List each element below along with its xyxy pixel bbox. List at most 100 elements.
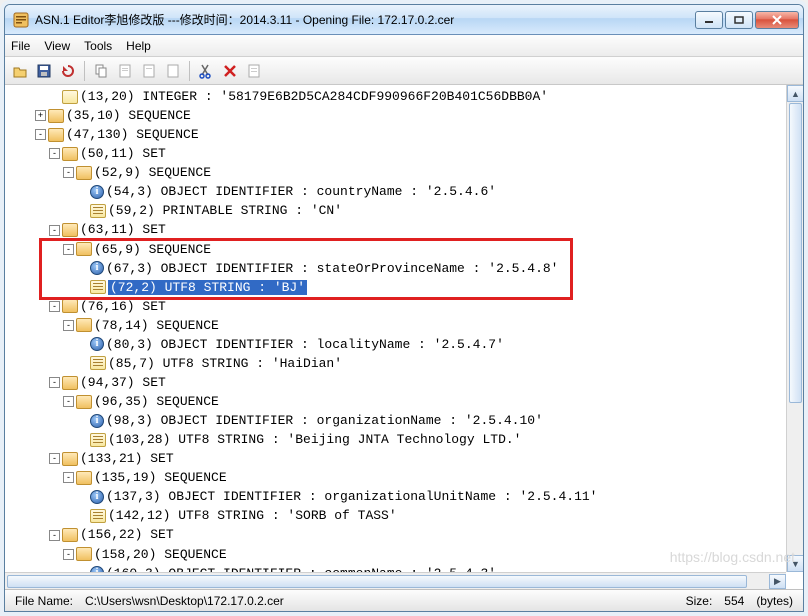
collapse-icon[interactable]: - — [63, 549, 74, 560]
node-label[interactable]: (54,3) OBJECT IDENTIFIER : countryName :… — [106, 184, 496, 199]
tree-node[interactable]: + (35,10) SEQUENCE — [5, 106, 803, 125]
node-label[interactable]: (103,28) UTF8 STRING : 'Beijing JNTA Tec… — [108, 432, 521, 447]
copy-button[interactable] — [90, 60, 112, 82]
filename-label: File Name: — [11, 594, 77, 608]
tree-node[interactable]: (98,3) OBJECT IDENTIFIER : organizationN… — [5, 411, 803, 430]
doc1-button[interactable] — [114, 60, 136, 82]
node-label[interactable]: (158,20) SEQUENCE — [94, 547, 227, 562]
scroll-right-icon[interactable]: ▶ — [769, 574, 786, 589]
tree-node[interactable]: (54,3) OBJECT IDENTIFIER : countryName :… — [5, 182, 803, 201]
collapse-icon[interactable]: - — [49, 377, 60, 388]
node-label[interactable]: (96,35) SEQUENCE — [94, 394, 219, 409]
tree-node[interactable]: - (158,20) SEQUENCE — [5, 545, 803, 564]
collapse-icon[interactable]: - — [49, 530, 60, 541]
node-label[interactable]: (137,3) OBJECT IDENTIFIER : organization… — [106, 489, 597, 504]
tree-node[interactable]: - (63,11) SET — [5, 220, 803, 239]
node-label[interactable]: (98,3) OBJECT IDENTIFIER : organizationN… — [106, 413, 543, 428]
tree-node[interactable]: - (47,130) SEQUENCE — [5, 125, 803, 144]
horizontal-scrollbar[interactable]: ▶ — [5, 572, 786, 589]
tree-node[interactable]: - (52,9) SEQUENCE — [5, 163, 803, 182]
node-label[interactable]: (80,3) OBJECT IDENTIFIER : localityName … — [106, 337, 504, 352]
doc3-button[interactable] — [162, 60, 184, 82]
node-label[interactable]: (142,12) UTF8 STRING : 'SORB of TASS' — [108, 508, 397, 523]
tree-node[interactable]: - (78,14) SEQUENCE — [5, 316, 803, 335]
tree-node[interactable]: - (133,21) SET — [5, 449, 803, 468]
collapse-icon[interactable]: - — [49, 225, 60, 236]
node-label[interactable]: (78,14) SEQUENCE — [94, 318, 219, 333]
app-window: ASN.1 Editor李旭修改版 ---修改时间：2014.3.11 - Op… — [4, 4, 804, 612]
node-label[interactable]: (85,7) UTF8 STRING : 'HaiDian' — [108, 356, 342, 371]
cut-button[interactable] — [195, 60, 217, 82]
vertical-scrollbar[interactable]: ▲ ▼ — [786, 85, 803, 572]
node-label[interactable]: (94,37) SET — [80, 375, 166, 390]
tree-node[interactable]: (59,2) PRINTABLE STRING : 'CN' — [5, 201, 803, 220]
node-label[interactable]: (13,20) INTEGER : '58179E6B2D5CA284CDF99… — [80, 89, 548, 104]
expand-icon[interactable]: + — [35, 110, 46, 121]
collapse-icon[interactable]: - — [49, 148, 60, 159]
node-label[interactable]: (63,11) SET — [80, 223, 166, 238]
node-label[interactable]: (65,9) SEQUENCE — [94, 242, 211, 257]
set-node-icon — [62, 147, 78, 161]
seq-node-icon — [76, 242, 92, 256]
tree-node[interactable]: - (76,16) SET — [5, 297, 803, 316]
tree-node[interactable]: - (96,35) SEQUENCE — [5, 392, 803, 411]
node-label[interactable]: (135,19) SEQUENCE — [94, 470, 227, 485]
collapse-icon[interactable]: - — [63, 320, 74, 331]
str-node-icon — [90, 204, 106, 218]
menu-tools[interactable]: Tools — [84, 39, 112, 53]
tree-node[interactable]: (67,3) OBJECT IDENTIFIER : stateOrProvin… — [5, 259, 803, 278]
tree-node[interactable]: - (50,11) SET — [5, 144, 803, 163]
tree-node[interactable]: - (156,22) SET — [5, 525, 803, 544]
scroll-down-icon[interactable]: ▼ — [787, 555, 803, 572]
node-label[interactable]: (52,9) SEQUENCE — [94, 165, 211, 180]
size-unit: (bytes) — [752, 594, 797, 608]
set-node-icon — [62, 528, 78, 542]
scroll-up-icon[interactable]: ▲ — [787, 85, 803, 102]
close-button[interactable] — [755, 11, 799, 29]
tree-node[interactable]: (80,3) OBJECT IDENTIFIER : localityName … — [5, 335, 803, 354]
tree-node[interactable]: - (135,19) SEQUENCE — [5, 468, 803, 487]
tree-node[interactable]: - (65,9) SEQUENCE — [5, 240, 803, 259]
node-label[interactable]: (72,2) UTF8 STRING : 'BJ' — [108, 280, 307, 295]
collapse-icon[interactable]: - — [63, 167, 74, 178]
tree-node[interactable]: (72,2) UTF8 STRING : 'BJ' — [5, 278, 803, 297]
tree-node[interactable]: (85,7) UTF8 STRING : 'HaiDian' — [5, 354, 803, 373]
maximize-button[interactable] — [725, 11, 753, 29]
collapse-icon[interactable]: - — [63, 244, 74, 255]
collapse-icon[interactable]: - — [35, 129, 46, 140]
collapse-icon[interactable]: - — [63, 396, 74, 407]
node-label[interactable]: (67,3) OBJECT IDENTIFIER : stateOrProvin… — [106, 261, 558, 276]
scroll-thumb-vertical[interactable] — [789, 103, 802, 403]
node-label[interactable]: (47,130) SEQUENCE — [66, 127, 199, 142]
doc2-button[interactable] — [138, 60, 160, 82]
seq-node-icon — [48, 109, 64, 123]
menu-view[interactable]: View — [44, 39, 70, 53]
save-button[interactable] — [33, 60, 55, 82]
scroll-thumb-horizontal[interactable] — [7, 575, 747, 588]
collapse-icon[interactable]: - — [49, 453, 60, 464]
open-button[interactable] — [9, 60, 31, 82]
tree-node[interactable]: (137,3) OBJECT IDENTIFIER : organization… — [5, 487, 803, 506]
node-label[interactable]: (76,16) SET — [80, 299, 166, 314]
tree-node[interactable]: (142,12) UTF8 STRING : 'SORB of TASS' — [5, 506, 803, 525]
node-label[interactable]: (59,2) PRINTABLE STRING : 'CN' — [108, 203, 342, 218]
node-label[interactable]: (35,10) SEQUENCE — [66, 108, 191, 123]
node-label[interactable]: (133,21) SET — [80, 451, 174, 466]
asn1-tree[interactable]: (13,20) INTEGER : '58179E6B2D5CA284CDF99… — [5, 85, 803, 589]
paste-button[interactable] — [243, 60, 265, 82]
tree-node[interactable]: (13,20) INTEGER : '58179E6B2D5CA284CDF99… — [5, 87, 803, 106]
seq-node-icon — [48, 128, 64, 142]
refresh-button[interactable] — [57, 60, 79, 82]
minimize-button[interactable] — [695, 11, 723, 29]
delete-button[interactable] — [219, 60, 241, 82]
menu-file[interactable]: File — [11, 39, 30, 53]
collapse-icon[interactable]: - — [49, 301, 60, 312]
tree-node[interactable]: (103,28) UTF8 STRING : 'Beijing JNTA Tec… — [5, 430, 803, 449]
tree-node[interactable]: - (94,37) SET — [5, 373, 803, 392]
node-label[interactable]: (50,11) SET — [80, 146, 166, 161]
collapse-icon[interactable]: - — [63, 472, 74, 483]
titlebar[interactable]: ASN.1 Editor李旭修改版 ---修改时间：2014.3.11 - Op… — [5, 5, 803, 35]
node-label[interactable]: (156,22) SET — [80, 528, 174, 543]
seq-node-icon — [76, 318, 92, 332]
menu-help[interactable]: Help — [126, 39, 151, 53]
